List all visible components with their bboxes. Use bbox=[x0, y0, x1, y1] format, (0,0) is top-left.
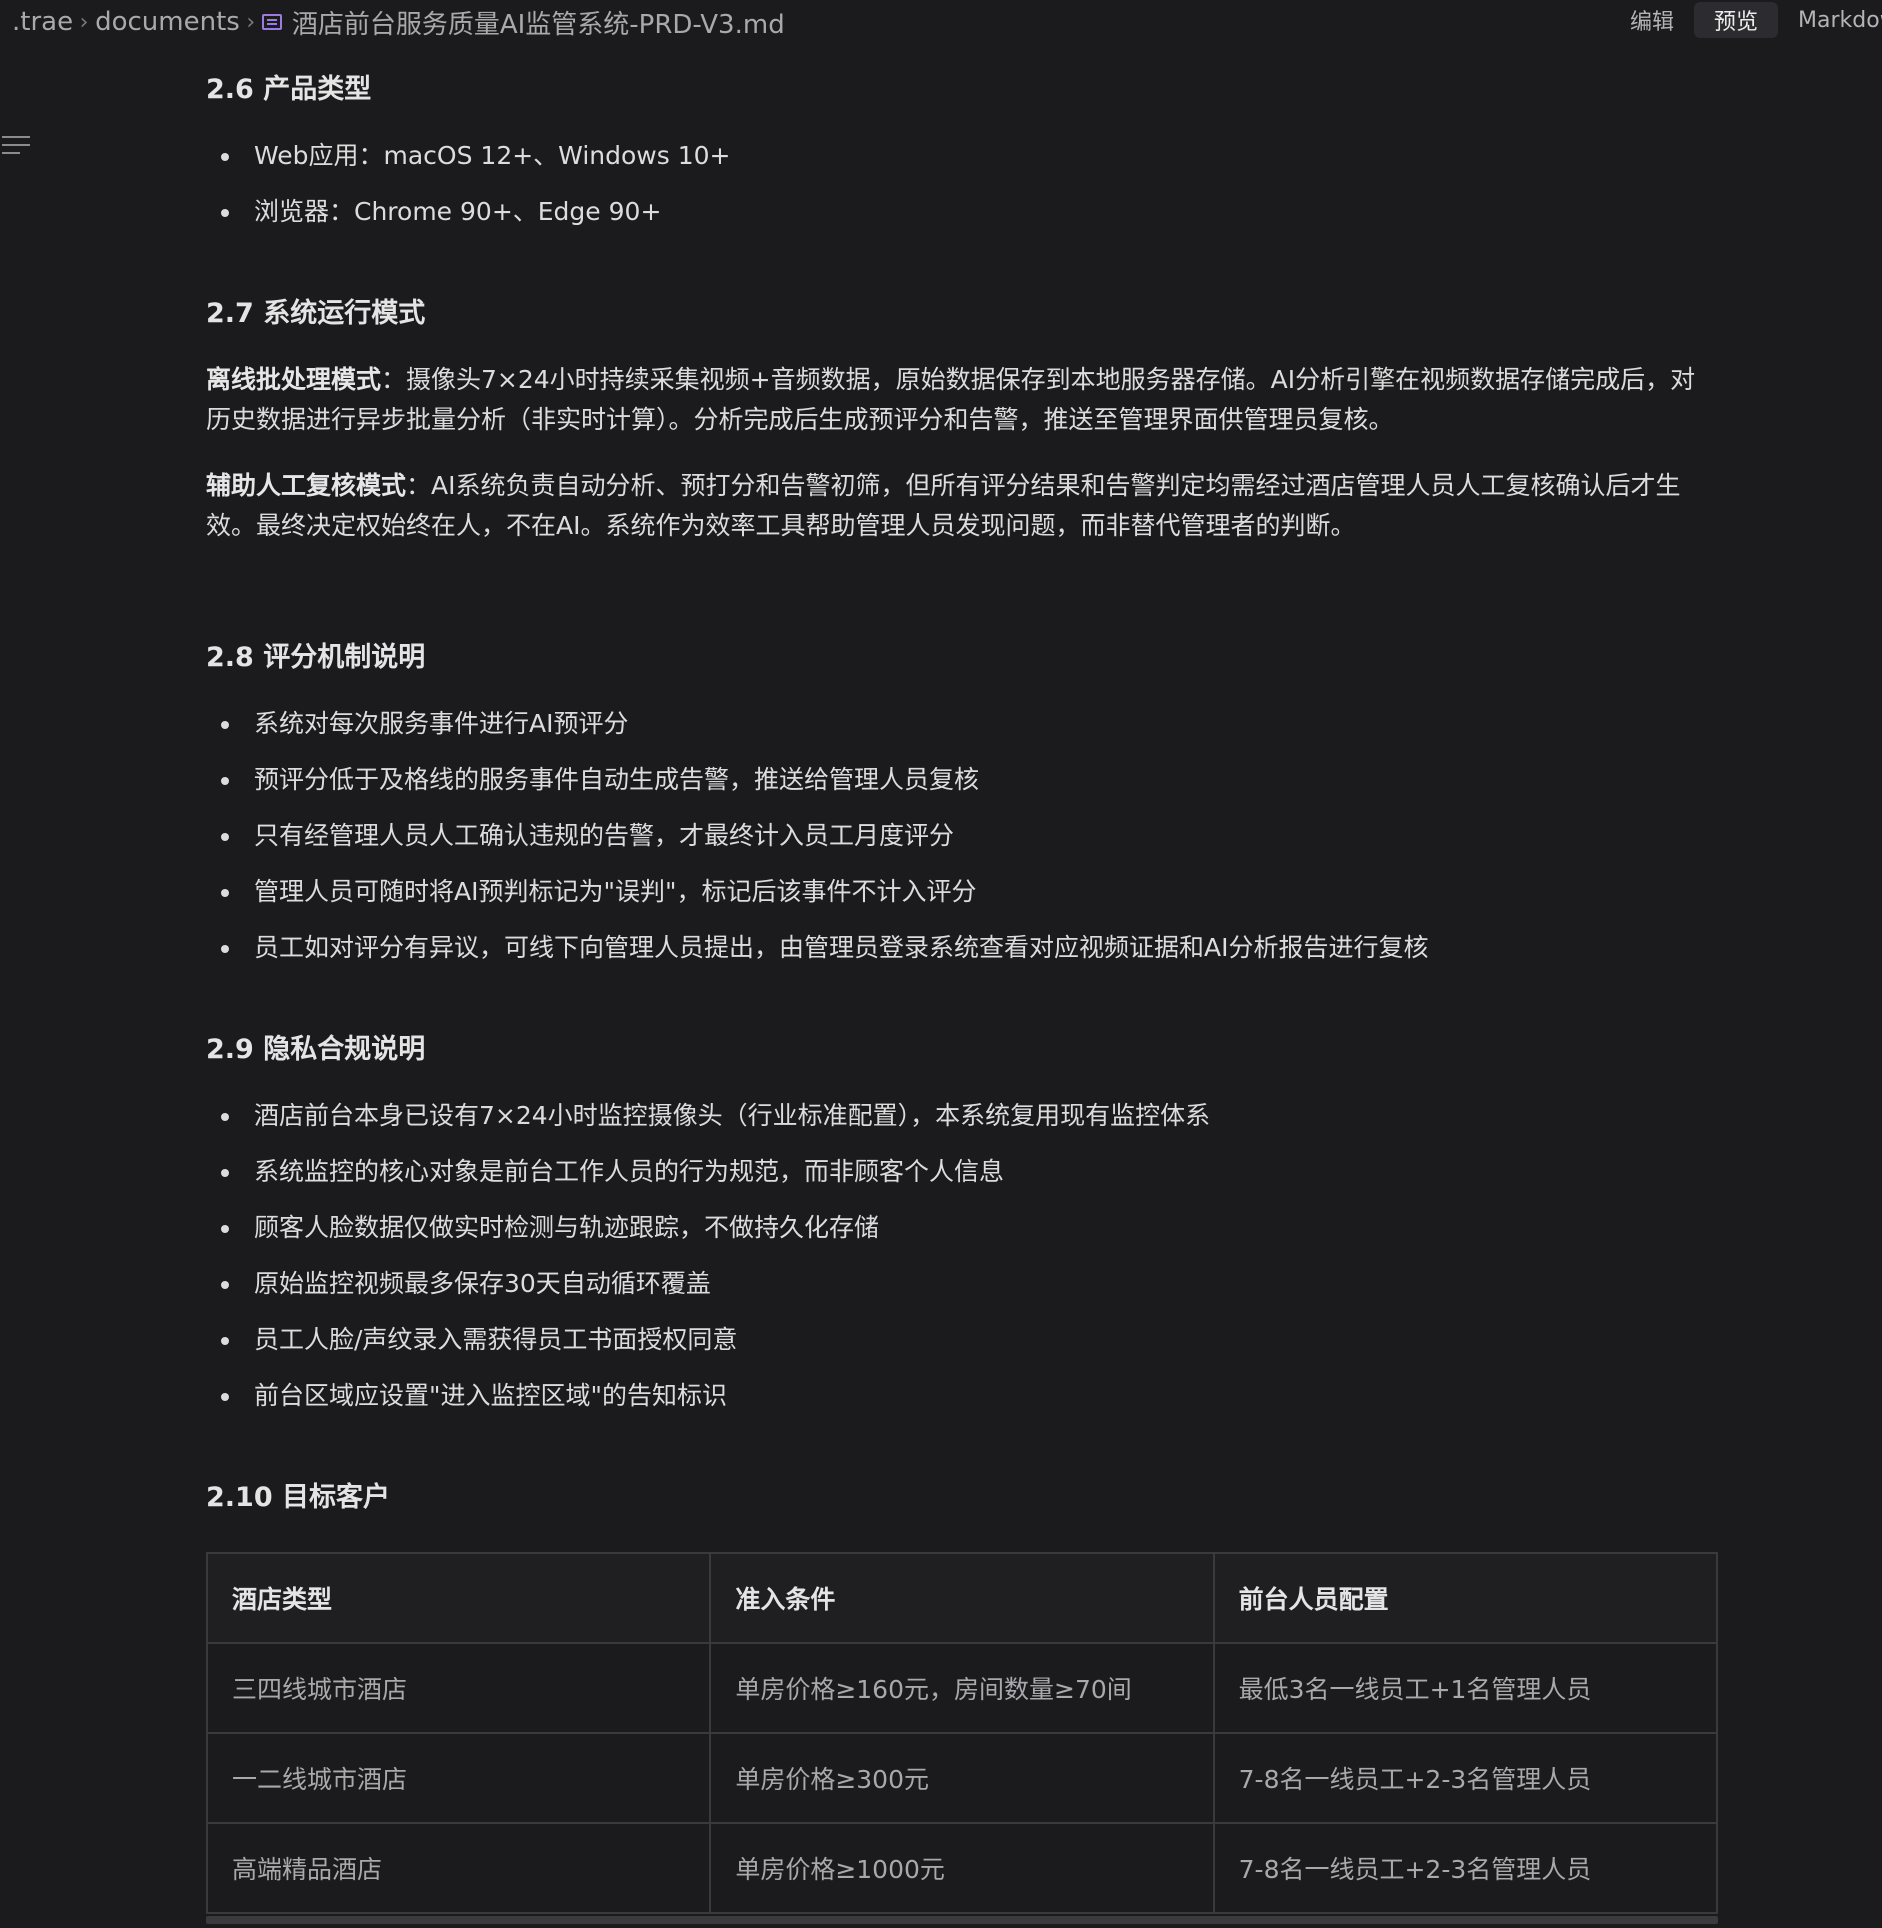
bullet-list: Web应用：macOS 12+、Windows 10+ 浏览器：Chrome 9… bbox=[206, 128, 730, 240]
list-item: 原始监控视频最多保存30天自动循环覆盖 bbox=[206, 1256, 1210, 1312]
bullet-list: 系统对每次服务事件进行AI预评分 预评分低于及格线的服务事件自动生成告警，推送给… bbox=[206, 696, 1428, 976]
chevron-right-icon: › bbox=[246, 9, 256, 35]
table-header-cell: 酒店类型 bbox=[205, 1552, 712, 1644]
section-heading: 2.9 隐私合规说明 bbox=[206, 1034, 426, 1065]
table-cell: 高端精品酒店 bbox=[205, 1822, 712, 1914]
table-cell: 单房价格≥160元，房间数量≥70间 bbox=[709, 1642, 1215, 1734]
table-cell: 三四线城市酒店 bbox=[205, 1642, 712, 1734]
breadcrumb-file[interactable]: 酒店前台服务质量AI监管系统-PRD-V3.md bbox=[292, 4, 785, 41]
bold-label: 辅助人工复核模式 bbox=[206, 471, 407, 500]
bold-label: 离线批处理模式 bbox=[206, 365, 382, 394]
markdown-mode-button[interactable]: Markdown bbox=[1778, 2, 1882, 38]
section-heading: 2.7 系统运行模式 bbox=[206, 298, 426, 329]
section-2-10: 2.10 目标客户 酒店类型 准入条件 前台人员配置 三四线城市酒店 单房价格≥… bbox=[205, 1478, 1719, 1914]
paragraph-text: ：摄像头7×24小时持续采集视频+音频数据，原始数据保存到本地服务器存储。AI分… bbox=[206, 365, 1696, 434]
table-cell: 7-8名一线员工+2-3名管理人员 bbox=[1212, 1732, 1719, 1824]
breadcrumb-folder[interactable]: documents bbox=[95, 7, 240, 37]
table-row: 一二线城市酒店 单房价格≥300元 7-8名一线员工+2-3名管理人员 bbox=[205, 1732, 1719, 1824]
list-item: 前台区域应设置"进入监控区域"的告知标识 bbox=[206, 1368, 1210, 1424]
top-bar: .trae › documents › 酒店前台服务质量AI监管系统-PRD-V… bbox=[0, 0, 1882, 44]
list-item: 管理人员可随时将AI预判标记为"误判"，标记后该事件不计入评分 bbox=[206, 864, 1428, 920]
outline-list-icon[interactable] bbox=[2, 136, 30, 158]
table-header-cell: 准入条件 bbox=[709, 1552, 1215, 1644]
list-item: 浏览器：Chrome 90+、Edge 90+ bbox=[206, 184, 730, 240]
section-2-9: 2.9 隐私合规说明 酒店前台本身已设有7×24小时监控摄像头（行业标准配置），… bbox=[206, 1030, 1210, 1424]
table-cell: 7-8名一线员工+2-3名管理人员 bbox=[1212, 1822, 1719, 1914]
section-2-7: 2.7 系统运行模式 离线批处理模式：摄像头7×24小时持续采集视频+音频数据，… bbox=[206, 294, 1718, 546]
breadcrumb-root[interactable]: .trae bbox=[12, 7, 73, 37]
horizontal-scrollbar[interactable] bbox=[206, 1916, 1718, 1924]
section-2-6: 2.6 产品类型 Web应用：macOS 12+、Windows 10+ 浏览器… bbox=[206, 70, 730, 240]
bullet-list: 酒店前台本身已设有7×24小时监控摄像头（行业标准配置），本系统复用现有监控体系… bbox=[206, 1088, 1210, 1424]
table-header-row: 酒店类型 准入条件 前台人员配置 bbox=[205, 1552, 1719, 1644]
list-item: 只有经管理人员人工确认违规的告警，才最终计入员工月度评分 bbox=[206, 808, 1428, 864]
list-item: 酒店前台本身已设有7×24小时监控摄像头（行业标准配置），本系统复用现有监控体系 bbox=[206, 1088, 1210, 1144]
list-item: 系统对每次服务事件进行AI预评分 bbox=[206, 696, 1428, 752]
table-row: 三四线城市酒店 单房价格≥160元，房间数量≥70间 最低3名一线员工+1名管理… bbox=[205, 1642, 1719, 1734]
edit-mode-button[interactable]: 编辑 bbox=[1610, 2, 1694, 38]
paragraph: 离线批处理模式：摄像头7×24小时持续采集视频+音频数据，原始数据保存到本地服务… bbox=[206, 360, 1718, 440]
list-item: 预评分低于及格线的服务事件自动生成告警，推送给管理人员复核 bbox=[206, 752, 1428, 808]
paragraph: 辅助人工复核模式：AI系统负责自动分析、预打分和告警初筛，但所有评分结果和告警判… bbox=[206, 466, 1718, 546]
preview-mode-button[interactable]: 预览 bbox=[1694, 2, 1779, 38]
list-item: 员工如对评分有异议，可线下向管理人员提出，由管理员登录系统查看对应视频证据和AI… bbox=[206, 920, 1428, 976]
markdown-file-icon bbox=[261, 14, 282, 30]
table-cell: 一二线城市酒店 bbox=[205, 1732, 712, 1824]
list-item: Web应用：macOS 12+、Windows 10+ bbox=[206, 128, 730, 184]
list-item: 顾客人脸数据仅做实时检测与轨迹跟踪，不做持久化存储 bbox=[206, 1200, 1210, 1256]
chevron-right-icon: › bbox=[79, 9, 89, 35]
section-heading: 2.6 产品类型 bbox=[206, 74, 372, 105]
paragraph-text: ：AI系统负责自动分析、预打分和告警初筛，但所有评分结果和告警判定均需经过酒店管… bbox=[206, 471, 1681, 540]
table-cell: 单房价格≥1000元 bbox=[709, 1822, 1215, 1914]
table-header-cell: 前台人员配置 bbox=[1212, 1552, 1719, 1644]
breadcrumb: .trae › documents › 酒店前台服务质量AI监管系统-PRD-V… bbox=[0, 0, 785, 44]
list-item: 系统监控的核心对象是前台工作人员的行为规范，而非顾客个人信息 bbox=[206, 1144, 1210, 1200]
target-customer-table: 酒店类型 准入条件 前台人员配置 三四线城市酒店 单房价格≥160元，房间数量≥… bbox=[205, 1552, 1719, 1914]
view-mode-switch: 编辑 预览 Markdown bbox=[1610, 2, 1882, 38]
section-heading: 2.8 评分机制说明 bbox=[206, 642, 426, 673]
table-row: 高端精品酒店 单房价格≥1000元 7-8名一线员工+2-3名管理人员 bbox=[205, 1822, 1719, 1914]
table-cell: 最低3名一线员工+1名管理人员 bbox=[1212, 1642, 1719, 1734]
table-cell: 单房价格≥300元 bbox=[709, 1732, 1215, 1824]
section-heading: 2.10 目标客户 bbox=[206, 1482, 391, 1513]
list-item: 员工人脸/声纹录入需获得员工书面授权同意 bbox=[206, 1312, 1210, 1368]
section-2-8: 2.8 评分机制说明 系统对每次服务事件进行AI预评分 预评分低于及格线的服务事… bbox=[206, 638, 1428, 976]
